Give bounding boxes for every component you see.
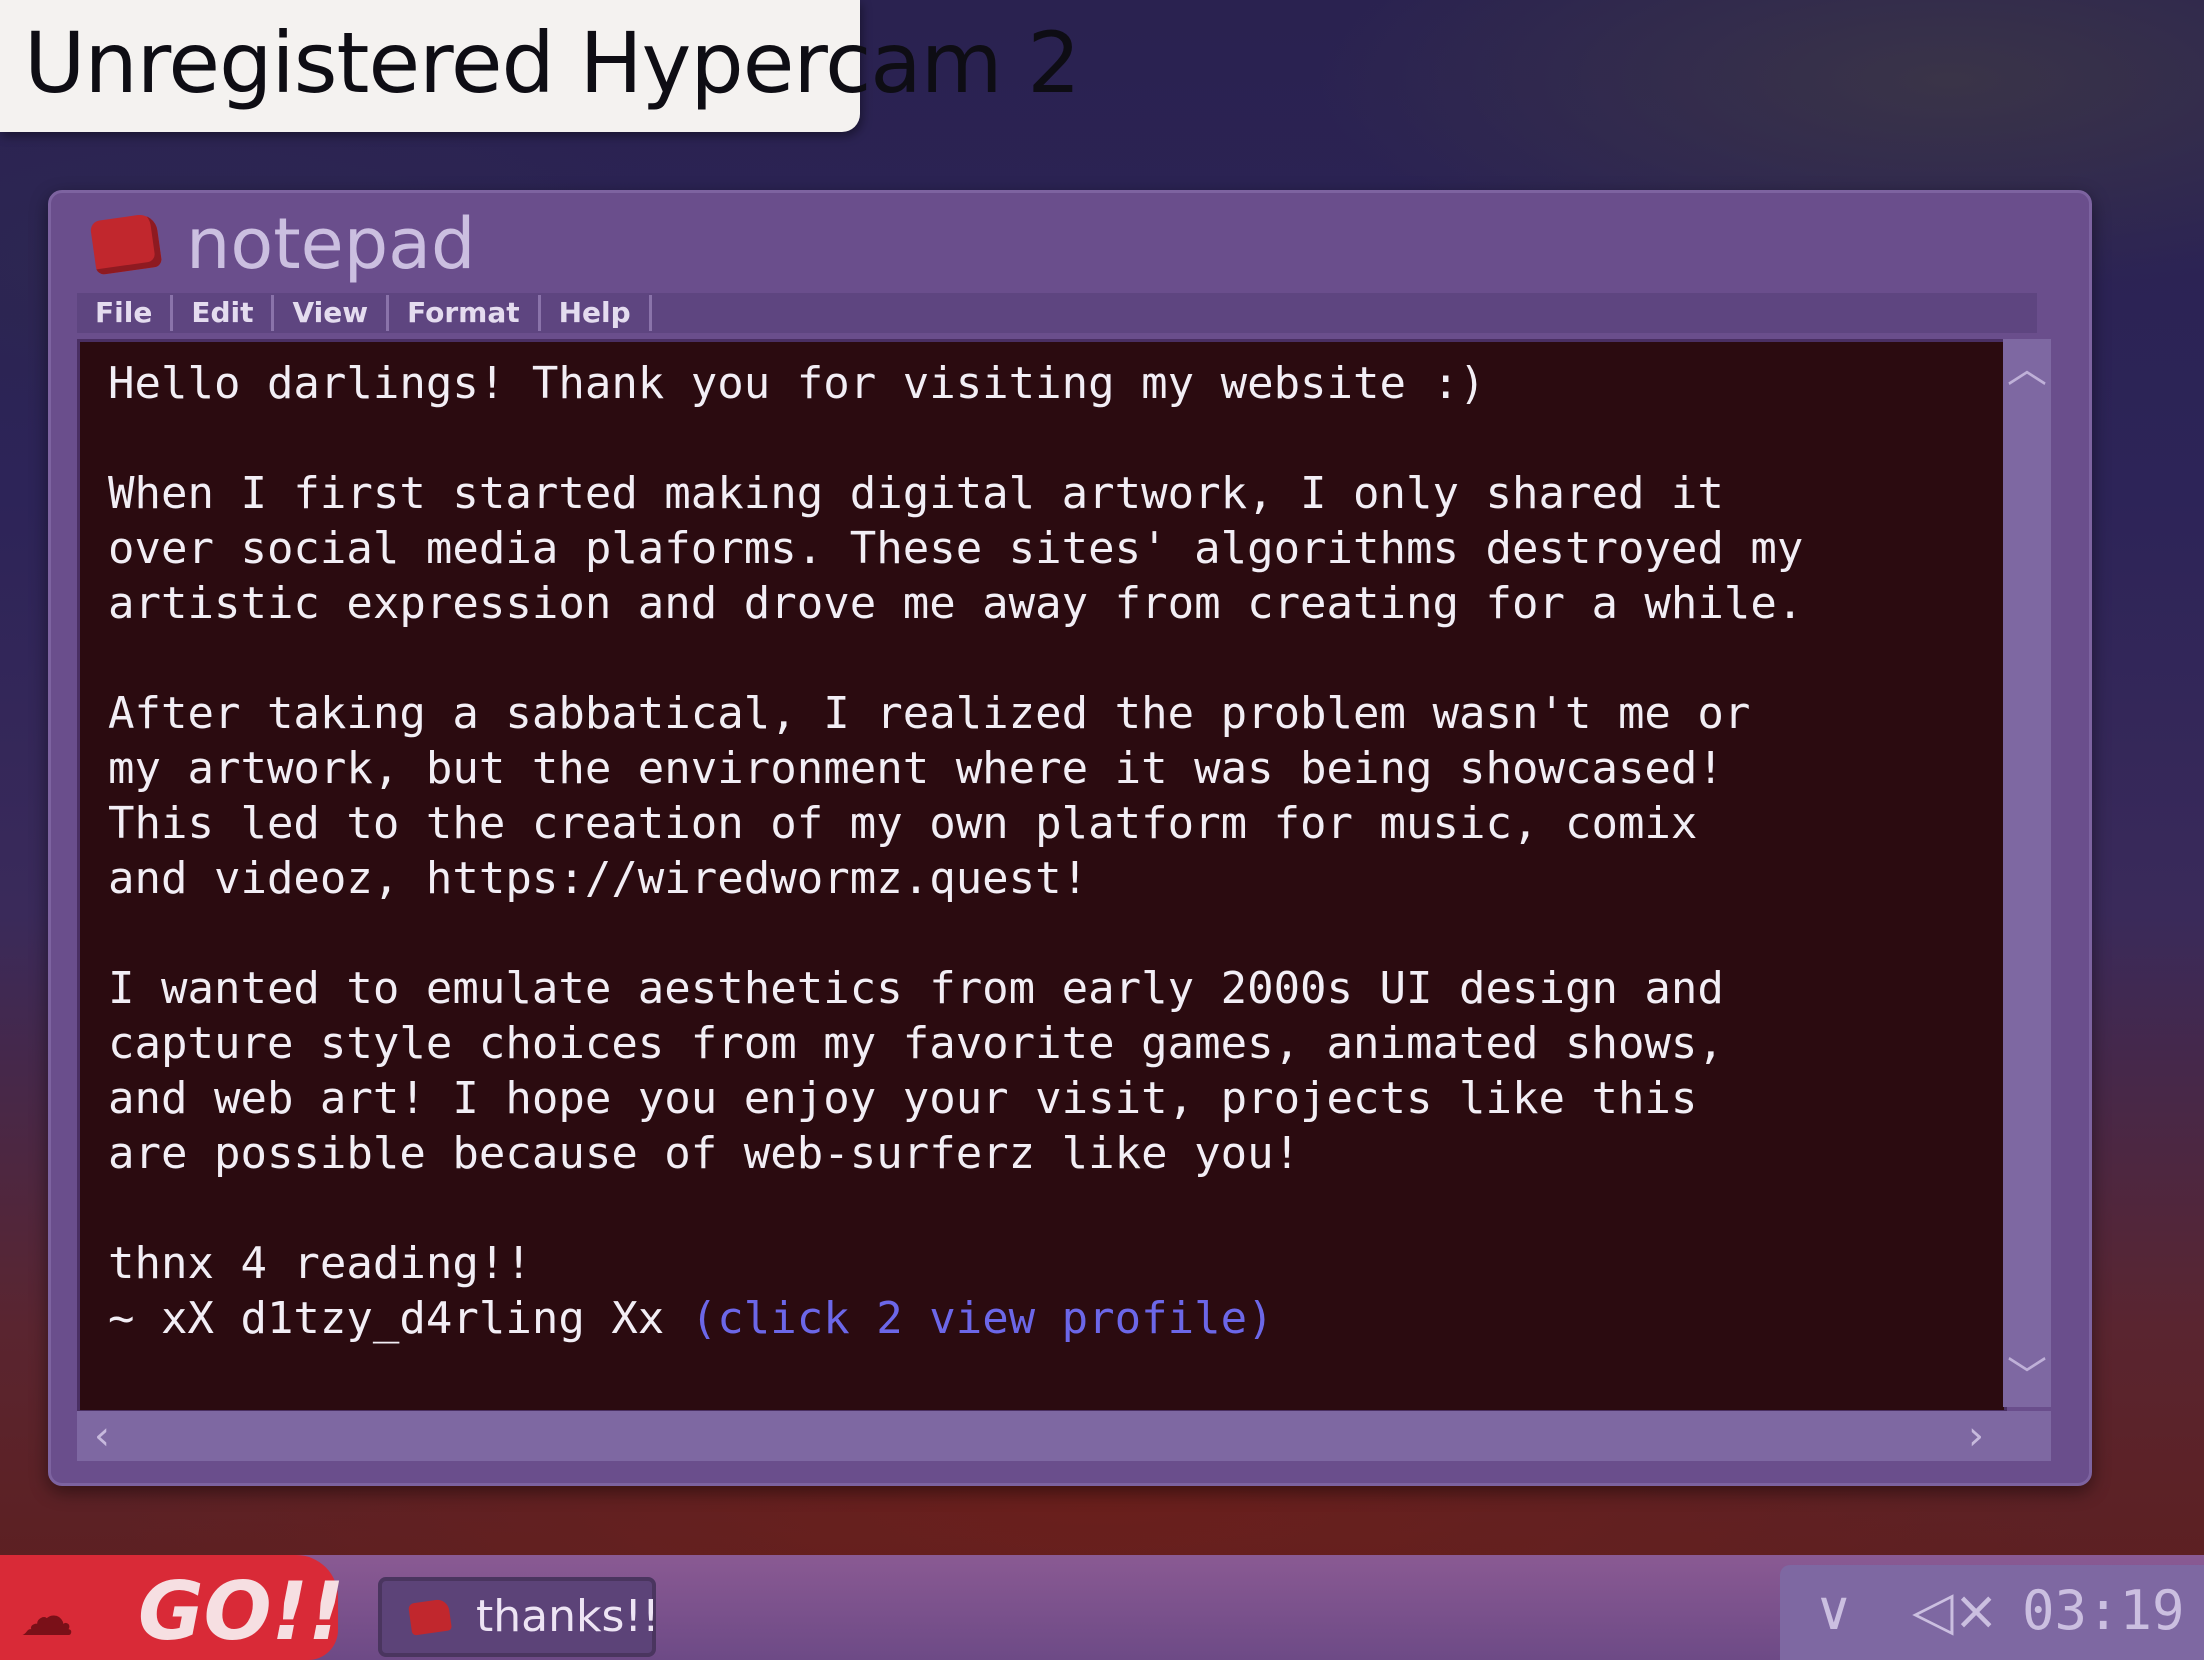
scroll-left-icon[interactable]: ‹ xyxy=(77,1411,127,1461)
notepad-icon xyxy=(407,1598,453,1636)
go-button[interactable]: ☁ GO!! xyxy=(0,1555,345,1660)
hypercam-watermark: Unregistered Hypercam 2 xyxy=(0,0,1081,132)
vertical-scrollbar[interactable]: ︿ ﹀ xyxy=(2003,339,2051,1407)
scroll-down-icon[interactable]: ﹀ xyxy=(2003,1347,2051,1407)
menu-edit[interactable]: Edit xyxy=(173,295,275,331)
cloud-icon: ☁ xyxy=(20,1585,74,1648)
taskbar-item-thanks[interactable]: thanks!! xyxy=(378,1577,660,1657)
taskbar-item-label: thanks!! xyxy=(476,1591,660,1642)
menu-file[interactable]: File xyxy=(77,295,174,331)
profile-link[interactable]: (click 2 view profile) xyxy=(691,1293,1274,1344)
mute-icon[interactable]: ◁× xyxy=(1912,1579,1999,1642)
horizontal-scrollbar[interactable]: ‹ › xyxy=(77,1411,2051,1461)
clock: 03:19 xyxy=(2022,1579,2185,1642)
watermark-text: Unregistered Hypercam 2 xyxy=(24,14,1081,112)
menu-help[interactable]: Help xyxy=(541,295,652,331)
menu-bar: File Edit View Format Help xyxy=(77,293,2037,333)
window-titlebar[interactable]: notepad xyxy=(51,193,2089,293)
notepad-text: Hello darlings! Thank you for visiting m… xyxy=(108,356,1984,1346)
scroll-up-icon[interactable]: ︿ xyxy=(2003,339,2051,399)
menu-view[interactable]: View xyxy=(274,295,390,331)
system-tray: ∨ ◁× 03:19 xyxy=(1780,1565,2204,1660)
text-area[interactable]: Hello darlings! Thank you for visiting m… xyxy=(77,339,2007,1413)
menu-format[interactable]: Format xyxy=(389,295,541,331)
go-label: GO!! xyxy=(138,1565,345,1658)
body-text: Hello darlings! Thank you for visiting m… xyxy=(108,358,1804,1344)
scroll-right-icon[interactable]: › xyxy=(1951,1411,2001,1461)
notepad-window: notepad File Edit View Format Help Hello… xyxy=(48,190,2092,1486)
taskbar: ☁ GO!! thanks!! ∨ ◁× 03:19 xyxy=(0,1555,2204,1660)
window-title: notepad xyxy=(186,203,476,285)
notepad-icon xyxy=(89,212,163,276)
chevron-down-icon[interactable]: ∨ xyxy=(1814,1579,1854,1642)
